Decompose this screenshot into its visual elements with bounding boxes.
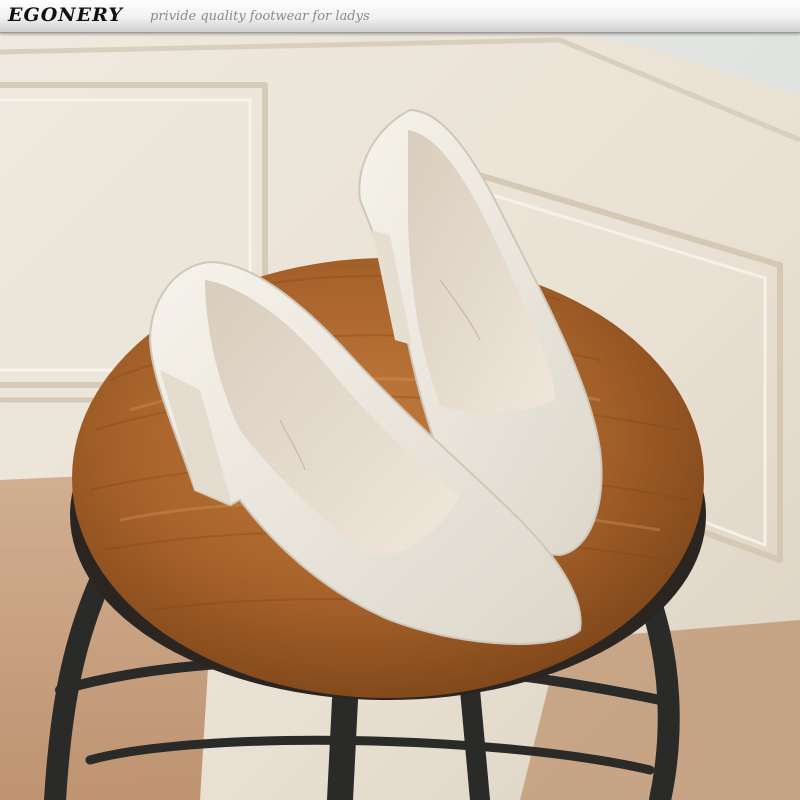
- brand-tagline: privide quality footwear for ladys: [150, 9, 370, 24]
- product-page: EGONERY privide quality footwear for lad…: [0, 0, 800, 800]
- brand-name: EGONERY: [8, 4, 123, 26]
- brand-banner: EGONERY privide quality footwear for lad…: [0, 0, 800, 33]
- product-photo: [0, 0, 800, 800]
